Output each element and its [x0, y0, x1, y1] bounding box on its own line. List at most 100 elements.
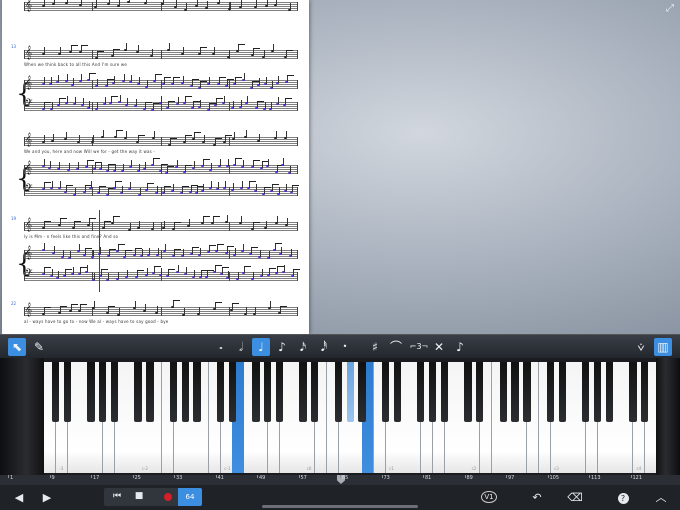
next-button[interactable]: ▶ [38, 489, 56, 506]
triplet-icon: ⌐3¬ [409, 342, 429, 351]
measure-ruler[interactable]: 1 9 17 25 33 41 49 57 65 73 81 89 97 105 113 121 [0, 475, 680, 485]
note-stem [70, 251, 71, 258]
tie-button[interactable]: ⌒ [387, 338, 405, 356]
black-key[interactable] [216, 362, 225, 422]
collapse-button[interactable]: ︿ [652, 489, 670, 506]
black-key[interactable] [169, 362, 178, 422]
clear-button[interactable]: ⌫ [566, 489, 584, 506]
dot-button[interactable]: • [336, 338, 354, 356]
ruler-label: 97 [508, 475, 515, 481]
black-key[interactable] [228, 362, 236, 422]
note-stem [220, 159, 221, 166]
select-tool-button[interactable]: ⬉ [8, 338, 26, 356]
note-stem [260, 250, 261, 257]
expand-icon[interactable]: ⤢ [664, 3, 676, 15]
sharp-icon: ♯ [372, 340, 378, 354]
black-key[interactable] [381, 362, 390, 422]
black-key[interactable] [605, 362, 613, 422]
note-stem [257, 101, 258, 108]
barline [297, 50, 298, 59]
beam [244, 266, 251, 267]
note-stem [44, 102, 45, 109]
thirtysecond-note-button[interactable]: 𝅘𝅥𝅰 [315, 338, 333, 356]
black-key[interactable] [476, 362, 484, 422]
black-key[interactable] [264, 362, 272, 422]
note-stem [203, 184, 204, 191]
beam [286, 50, 293, 51]
black-key[interactable] [582, 362, 590, 422]
black-key[interactable] [546, 362, 555, 422]
sharp-button[interactable]: ♯ [366, 338, 384, 356]
previous-button[interactable]: ◀ [10, 489, 28, 506]
delete-note-button[interactable]: ✕ [430, 338, 448, 356]
playback-cursor[interactable] [99, 210, 100, 292]
black-key[interactable] [275, 362, 284, 422]
note-stem [139, 164, 140, 171]
triplet-button[interactable]: ⌐3¬ [408, 338, 430, 356]
tempo-field[interactable]: 64 [178, 488, 202, 506]
sixteenth-note-button[interactable]: 𝅘𝅥𝅯 [294, 338, 312, 356]
quarter-note-button[interactable]: ♩ [252, 338, 270, 356]
black-key[interactable] [593, 362, 602, 422]
note-stem [63, 250, 64, 257]
voice-toggle-button[interactable]: ⩒ [632, 338, 650, 356]
black-key[interactable] [499, 362, 507, 422]
black-key[interactable] [558, 362, 566, 422]
black-key[interactable] [311, 362, 319, 422]
note-stem [201, 270, 202, 277]
eighth-note-button[interactable]: ♪ [273, 338, 291, 356]
measure-number: 19 [11, 216, 17, 221]
ruler-tick [589, 475, 590, 478]
black-key[interactable] [641, 362, 649, 422]
keyboard-toggle-button[interactable]: ▥ [654, 338, 672, 356]
black-key[interactable] [440, 362, 449, 422]
black-key[interactable] [146, 362, 154, 422]
note-stem [281, 247, 282, 254]
black-key[interactable] [523, 362, 531, 422]
undo-button[interactable]: ↶ [528, 489, 546, 506]
black-key[interactable] [428, 362, 437, 422]
note-stem [161, 268, 162, 275]
black-key[interactable] [334, 362, 343, 422]
score-page[interactable]: 𝄞 𝄞 13 When we think back to all this And I… [2, 0, 309, 334]
note-stem [100, 247, 101, 254]
black-key[interactable] [134, 362, 142, 422]
help-button[interactable]: ? [614, 489, 632, 506]
black-key[interactable] [299, 362, 307, 422]
black-key[interactable] [358, 362, 366, 422]
note-stem [108, 188, 109, 195]
half-note-button[interactable]: 𝅗𝅥 [232, 338, 250, 356]
black-key[interactable] [346, 362, 354, 422]
piano-keyboard[interactable]: -3 c-2 c-1 c0 c1 c2 c3 c4 [44, 362, 658, 473]
ruler-label: 25 [134, 475, 141, 481]
note-stem [186, 267, 187, 274]
black-key[interactable] [464, 362, 472, 422]
record-button[interactable] [164, 493, 172, 501]
black-key[interactable] [52, 362, 60, 422]
rewind-button[interactable]: ⏮ [108, 488, 126, 505]
black-key[interactable] [393, 362, 401, 422]
black-key[interactable] [511, 362, 519, 422]
grace-note-button[interactable]: ♪ [451, 338, 469, 356]
black-key[interactable] [87, 362, 95, 422]
black-key[interactable] [629, 362, 637, 422]
black-key[interactable] [181, 362, 189, 422]
black-key[interactable] [99, 362, 107, 422]
voice-button[interactable]: V1 [480, 489, 498, 506]
black-key[interactable] [63, 362, 72, 422]
black-key[interactable] [417, 362, 425, 422]
black-key[interactable] [252, 362, 260, 422]
half-note-icon: 𝅗𝅥 [239, 340, 243, 354]
note-stem [200, 248, 201, 255]
note-stem [85, 248, 86, 255]
beam [292, 185, 299, 186]
barline [161, 307, 162, 316]
black-key[interactable] [110, 362, 119, 422]
barline [229, 165, 230, 174]
note-stem [71, 45, 72, 52]
stop-button[interactable]: ■ [130, 488, 148, 505]
black-key[interactable] [193, 362, 201, 422]
whole-note-button[interactable]: 𝅝 [212, 338, 230, 356]
beam [227, 246, 234, 247]
pen-tool-button[interactable]: ✎ [30, 338, 48, 356]
